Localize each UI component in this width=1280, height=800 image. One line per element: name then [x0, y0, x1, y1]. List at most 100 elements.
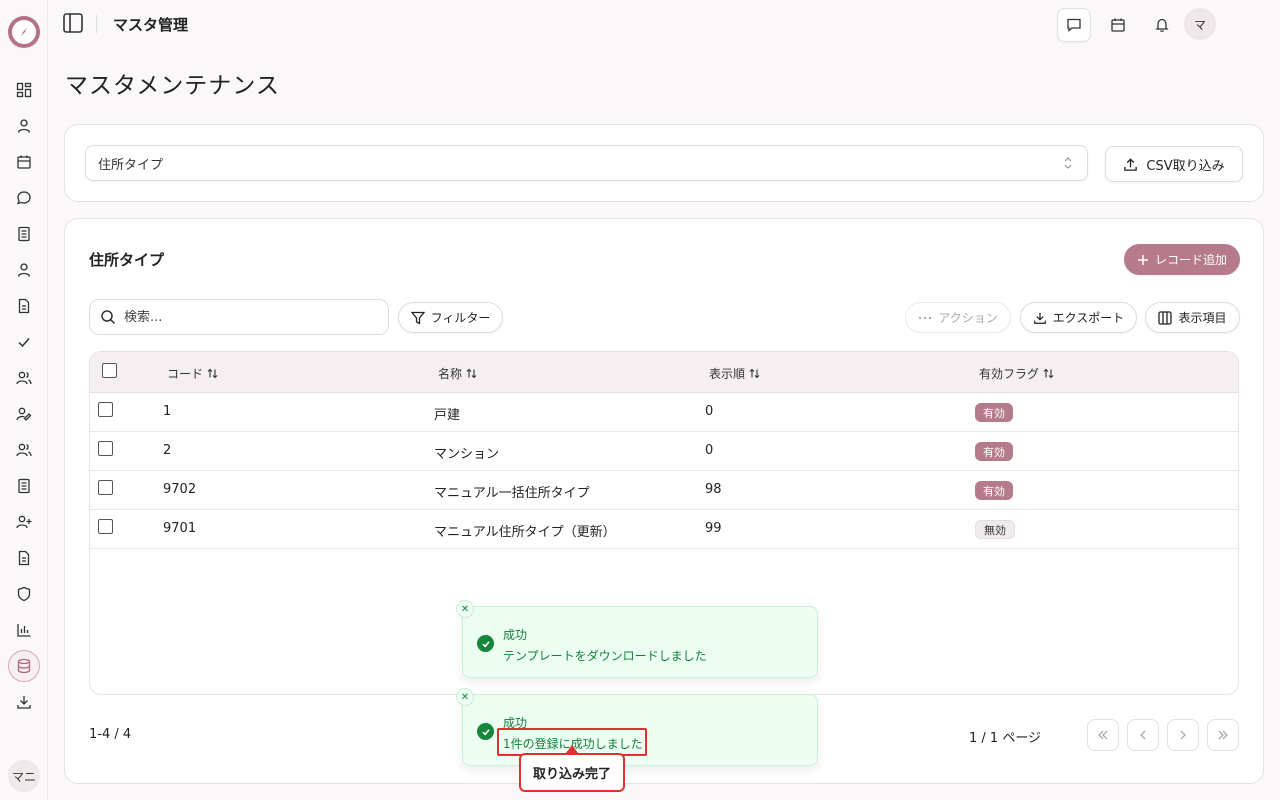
prev-page-button[interactable]: [1127, 719, 1159, 751]
row-checkbox[interactable]: [98, 402, 113, 417]
row-checkbox[interactable]: [98, 441, 113, 456]
cell-order: 99: [705, 521, 722, 536]
master-select-card: 住所タイプ CSV取り込み: [64, 124, 1264, 202]
top-header: マスタ管理: [48, 0, 1280, 48]
list-icon[interactable]: [12, 474, 36, 498]
cell-order: 0: [705, 443, 714, 458]
chevron-right-icon: [1177, 729, 1189, 741]
master-select[interactable]: 住所タイプ: [85, 145, 1088, 181]
status-badge: 有効: [975, 442, 1013, 461]
dashboard-icon[interactable]: [12, 78, 36, 102]
feedback-button[interactable]: [1057, 8, 1091, 42]
user-plus-icon[interactable]: [12, 510, 36, 534]
columns-button[interactable]: 表示項目: [1145, 302, 1240, 333]
chevrons-right-icon: [1217, 729, 1229, 741]
last-page-button[interactable]: [1207, 719, 1239, 751]
csv-import-label: CSV取り込み: [1146, 158, 1225, 174]
column-header-label: 有効フラグ: [979, 367, 1040, 381]
notifications-button[interactable]: [1145, 8, 1179, 42]
sort-icon: [1043, 368, 1054, 379]
cell-order: 98: [705, 482, 722, 497]
document-icon[interactable]: [12, 294, 36, 318]
add-record-button[interactable]: レコード追加: [1124, 244, 1240, 275]
column-header-flag[interactable]: 有効フラグ: [979, 365, 1054, 382]
export-button[interactable]: エクスポート: [1020, 302, 1137, 333]
column-header-order[interactable]: 表示順: [709, 365, 760, 382]
export-label: エクスポート: [1052, 311, 1125, 325]
cell-code: 9701: [163, 521, 197, 536]
columns-icon: [1158, 310, 1173, 325]
toast-close-button[interactable]: ✕: [456, 688, 474, 706]
upload-icon: [1123, 157, 1138, 172]
user-icon[interactable]: [12, 114, 36, 138]
columns-label: 表示項目: [1178, 311, 1227, 325]
list-icon[interactable]: [12, 222, 36, 246]
table-row[interactable]: 9701 マニュアル住所タイプ（更新） 99 無効: [90, 510, 1238, 549]
sidebar-toggle-icon[interactable]: [62, 12, 86, 36]
column-header-label: 表示順: [709, 367, 746, 381]
users-icon[interactable]: [12, 438, 36, 462]
row-checkbox[interactable]: [98, 480, 113, 495]
sort-icon: [466, 368, 477, 379]
status-badge: 無効: [975, 520, 1015, 539]
column-header-name[interactable]: 名称: [438, 365, 477, 382]
download-icon[interactable]: [12, 690, 36, 714]
callout-arrow: [566, 745, 578, 753]
cell-name: マニュアル一括住所タイプ: [434, 486, 590, 501]
download-icon: [1033, 311, 1047, 325]
chevrons-left-icon: [1097, 729, 1109, 741]
action-button[interactable]: アクション: [905, 302, 1011, 333]
page-indicator: 1 / 1 ページ: [969, 731, 1042, 746]
user-icon[interactable]: [12, 258, 36, 282]
toast-title: 成功: [503, 628, 528, 642]
filter-button[interactable]: フィルター: [398, 302, 503, 333]
check-icon[interactable]: [12, 330, 36, 354]
chat-icon[interactable]: [12, 186, 36, 210]
callout-label: 取り込み完了: [519, 753, 625, 792]
column-header-label: コード: [167, 367, 204, 381]
select-all-checkbox[interactable]: [102, 363, 117, 378]
cell-code: 9702: [163, 482, 197, 497]
toast-notification: ✕ 成功 テンプレートをダウンロードしました: [456, 600, 818, 678]
csv-import-button[interactable]: CSV取り込み: [1105, 146, 1243, 182]
page-title: マスタメンテナンス: [65, 73, 280, 99]
toast-close-button[interactable]: ✕: [456, 600, 474, 618]
first-page-button[interactable]: [1087, 719, 1119, 751]
status-badge: 有効: [975, 403, 1013, 422]
sidebar: マニ: [0, 0, 48, 800]
table-row[interactable]: 1 戸建 0 有効: [90, 393, 1238, 432]
user-avatar[interactable]: マ: [1184, 8, 1216, 40]
table-row[interactable]: 2 マンション 0 有効: [90, 432, 1238, 471]
plus-icon: [1137, 254, 1149, 266]
search-icon: [100, 309, 116, 325]
user-edit-icon[interactable]: [12, 402, 36, 426]
column-header-label: 名称: [438, 367, 463, 381]
check-circle-icon: [477, 723, 494, 740]
cell-code: 2: [163, 443, 172, 458]
calendar-button[interactable]: [1101, 8, 1135, 42]
header-title: マスタ管理: [113, 16, 189, 34]
bar-chart-icon[interactable]: [12, 618, 36, 642]
document-icon[interactable]: [12, 546, 36, 570]
database-icon[interactable]: [8, 650, 40, 682]
master-select-value: 住所タイプ: [98, 157, 164, 173]
cell-name: マンション: [434, 447, 500, 462]
shield-icon[interactable]: [12, 582, 36, 606]
table-row[interactable]: 9702 マニュアル一括住所タイプ 98 有効: [90, 471, 1238, 510]
sort-icon: [749, 368, 760, 379]
close-icon: ✕: [460, 691, 470, 703]
sort-icon: [207, 368, 218, 379]
next-page-button[interactable]: [1167, 719, 1199, 751]
more-horizontal-icon: [918, 316, 932, 320]
row-checkbox[interactable]: [98, 519, 113, 534]
calendar-icon: [1110, 17, 1126, 33]
users-icon[interactable]: [12, 366, 36, 390]
calendar-icon[interactable]: [12, 150, 36, 174]
section-title: 住所タイプ: [89, 251, 165, 269]
app-logo[interactable]: [8, 16, 40, 48]
compass-icon: [12, 20, 36, 44]
user-chip[interactable]: マニ: [8, 760, 40, 792]
column-header-code[interactable]: コード: [167, 365, 218, 382]
search-input[interactable]: [124, 309, 364, 325]
search-box[interactable]: [89, 299, 389, 335]
